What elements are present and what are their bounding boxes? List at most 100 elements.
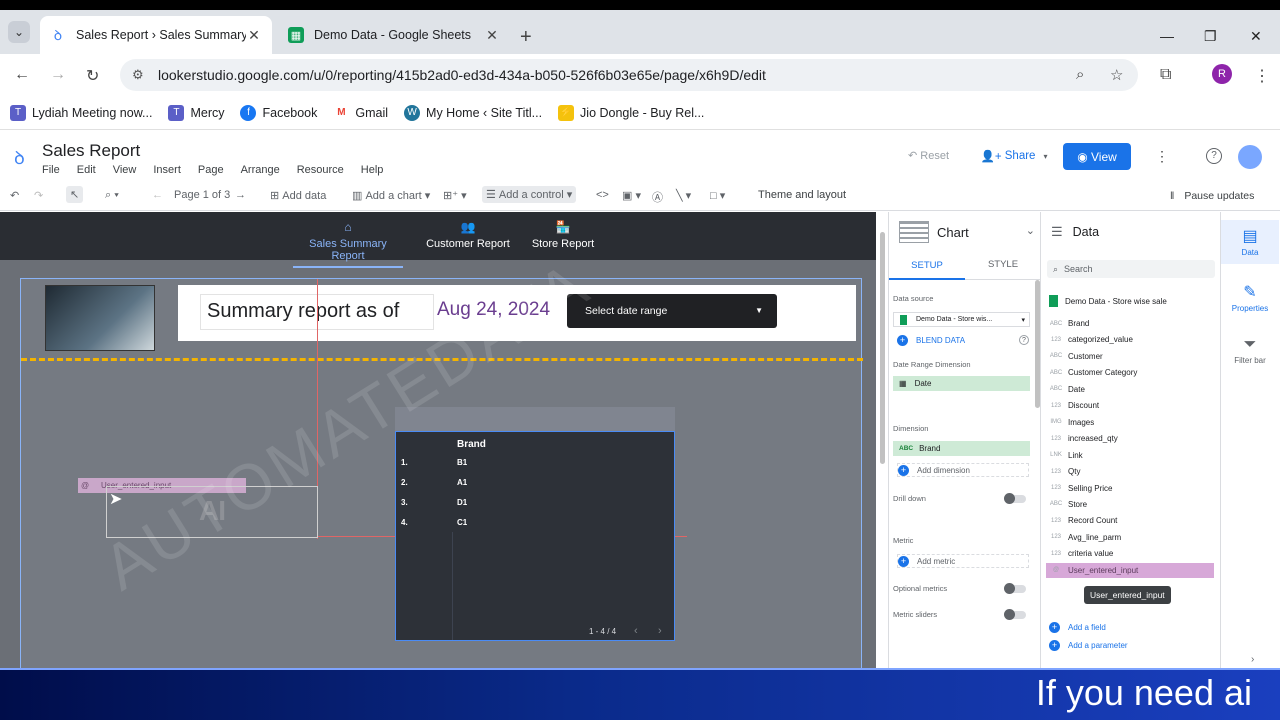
view-button[interactable]: ◉ View bbox=[1063, 143, 1131, 170]
add-dimension-button[interactable]: + Add dimension bbox=[897, 463, 1029, 477]
nav-tab-customer[interactable]: 👥 Customer Report bbox=[420, 220, 516, 250]
field-item[interactable]: 123 criteria value bbox=[1046, 546, 1214, 561]
canvas-scrollbar[interactable] bbox=[876, 212, 888, 668]
ai-text-box[interactable]: AI bbox=[106, 486, 318, 538]
field-item[interactable]: 123 Qty bbox=[1046, 464, 1214, 479]
header-image[interactable] bbox=[45, 285, 155, 351]
menu-help[interactable]: Help bbox=[361, 164, 384, 176]
previous-page-icon[interactable]: ← bbox=[152, 189, 163, 201]
tab-demo-data[interactable]: ▦ Demo Data - Google Sheets ✕ bbox=[278, 16, 510, 54]
table-header[interactable]: Brand bbox=[457, 439, 486, 450]
bookmark-item[interactable]: ⚡ Jio Dongle - Buy Rel... bbox=[558, 104, 704, 121]
nav-tab-sales-summary[interactable]: ⌂ Sales Summary Report bbox=[293, 220, 403, 268]
close-tab-icon[interactable]: ✕ bbox=[484, 27, 500, 44]
table-row[interactable]: 4. C1 bbox=[396, 514, 674, 534]
extensions-icon[interactable]: ⧉ bbox=[1160, 66, 1171, 84]
zoom-icon[interactable]: ⌕ ▾ bbox=[105, 189, 119, 202]
table-row[interactable]: 3. D1 bbox=[396, 494, 674, 514]
tab-search-button[interactable]: ⌄ bbox=[8, 21, 30, 43]
field-item[interactable]: 123 Avg_line_parm bbox=[1046, 530, 1214, 545]
add-chart-button[interactable]: ▥ Add a chart ▾ bbox=[352, 189, 430, 203]
select-cursor-icon[interactable]: ↖ bbox=[66, 186, 84, 203]
table-row[interactable]: 2. A1 bbox=[396, 474, 674, 494]
looker-studio-logo-icon[interactable]: ꝺ bbox=[14, 146, 25, 170]
bookmark-item[interactable]: T Lydiah Meeting now... bbox=[10, 104, 152, 121]
profile-avatar[interactable]: R bbox=[1212, 64, 1232, 84]
field-item[interactable]: LNK Link bbox=[1046, 448, 1214, 463]
embed-code-icon[interactable]: <> bbox=[596, 189, 609, 201]
text-icon[interactable]: Ⓐ bbox=[652, 189, 663, 205]
shape-icon[interactable]: □ ▾ bbox=[710, 189, 725, 202]
optional-metrics-toggle[interactable] bbox=[1004, 583, 1026, 594]
line-icon[interactable]: ╲ ▾ bbox=[676, 189, 691, 202]
next-page-icon[interactable]: → bbox=[235, 189, 246, 201]
bookmark-item[interactable]: f Facebook bbox=[240, 104, 317, 121]
new-tab-button[interactable]: + bbox=[520, 26, 532, 49]
tab-setup[interactable]: SETUP bbox=[889, 252, 965, 280]
close-tab-icon[interactable]: ✕ bbox=[246, 27, 262, 44]
field-item[interactable]: 123 Discount bbox=[1046, 398, 1214, 413]
field-search-input[interactable]: ⌕ Search bbox=[1047, 260, 1215, 278]
add-parameter-button[interactable]: + Add a parameter bbox=[1049, 640, 1128, 651]
page-indicator[interactable]: Page 1 of 3 bbox=[174, 189, 230, 201]
report-page[interactable]: Summary report as of Aug 24, 2024 Select… bbox=[20, 278, 863, 668]
chart-type-selector[interactable]: Chart ⌄ bbox=[889, 212, 1041, 252]
field-item[interactable]: ABC Brand bbox=[1046, 316, 1214, 331]
bookmark-item[interactable]: W My Home ‹ Site Titl... bbox=[404, 104, 542, 121]
field-item[interactable]: @ User_entered_input bbox=[1046, 562, 1214, 578]
tab-sales-report[interactable]: ꝺ Sales Report › Sales Summary R ✕ bbox=[40, 16, 272, 54]
date-range-control[interactable]: Select date range ▼ bbox=[567, 294, 777, 328]
bookmark-item[interactable]: M Gmail bbox=[333, 104, 388, 121]
field-item[interactable]: ABC Customer Category bbox=[1046, 365, 1214, 380]
table-row[interactable]: 1. B1 bbox=[396, 454, 674, 474]
redo-icon[interactable]: ↷ bbox=[34, 189, 43, 202]
add-control-button[interactable]: ☰ Add a control ▾ bbox=[482, 186, 577, 203]
field-item[interactable]: 123 Selling Price bbox=[1046, 481, 1214, 496]
close-window-icon[interactable]: ✕ bbox=[1250, 28, 1262, 45]
add-field-button[interactable]: + Add a field bbox=[1049, 622, 1106, 633]
tab-style[interactable]: STYLE bbox=[965, 252, 1041, 280]
next-page-icon[interactable]: › bbox=[658, 625, 662, 637]
data-source-select[interactable]: Demo Data - Store wis... ▾ bbox=[893, 312, 1030, 327]
menu-insert[interactable]: Insert bbox=[153, 164, 181, 176]
help-icon[interactable]: ? bbox=[1019, 335, 1029, 345]
add-data-button[interactable]: ⊞ Add data bbox=[270, 189, 326, 203]
menu-resource[interactable]: Resource bbox=[297, 164, 344, 176]
pause-updates-button[interactable]: ‖ Pause updates bbox=[1160, 186, 1260, 206]
field-item[interactable]: IMG Images bbox=[1046, 415, 1214, 430]
community-viz-button[interactable]: ⊞⁺ ▾ bbox=[443, 189, 467, 202]
menu-edit[interactable]: Edit bbox=[77, 164, 96, 176]
field-item[interactable]: ABC Customer bbox=[1046, 349, 1214, 364]
bookmark-item[interactable]: T Mercy bbox=[168, 104, 224, 121]
more-options-icon[interactable]: ⋮ bbox=[1155, 148, 1169, 165]
reload-icon[interactable]: ↻ bbox=[86, 66, 99, 86]
field-item[interactable]: ABC Date bbox=[1046, 382, 1214, 397]
forward-icon[interactable]: → bbox=[50, 66, 66, 84]
add-metric-button[interactable]: + Add metric bbox=[897, 554, 1029, 568]
share-button[interactable]: 👤+ Share ▾ bbox=[978, 143, 1050, 169]
menu-file[interactable]: File bbox=[42, 164, 60, 176]
image-icon[interactable]: ▣ ▾ bbox=[622, 189, 641, 202]
help-icon[interactable]: ? bbox=[1206, 148, 1222, 164]
rail-filter-bar[interactable]: ⏷ Filter bar bbox=[1221, 332, 1279, 372]
browser-menu-icon[interactable]: ⋮ bbox=[1254, 66, 1270, 86]
field-item[interactable]: ABC Store bbox=[1046, 497, 1214, 512]
rail-data[interactable]: ▤ Data bbox=[1221, 220, 1279, 264]
chevron-right-icon[interactable]: › bbox=[1251, 654, 1254, 665]
back-icon[interactable]: ← bbox=[14, 66, 30, 84]
menu-page[interactable]: Page bbox=[198, 164, 224, 176]
previous-page-icon[interactable]: ‹ bbox=[634, 625, 638, 637]
minimize-icon[interactable]: — bbox=[1160, 28, 1174, 44]
date-range-dimension-field[interactable]: ▦ Date bbox=[893, 376, 1030, 391]
rail-properties[interactable]: ✎ Properties bbox=[1221, 278, 1279, 318]
brand-table[interactable]: Brand 1. B1 2. A1 3. D1 4. C1 1 - 4 / 4 ‹ › bbox=[395, 431, 675, 641]
reset-button[interactable]: ↶ Reset bbox=[908, 149, 949, 162]
theme-layout-button[interactable]: Theme and layout bbox=[758, 189, 846, 201]
scrollbar-thumb[interactable] bbox=[880, 232, 885, 464]
zoom-icon[interactable]: ⌕ bbox=[1076, 66, 1084, 83]
field-item[interactable]: 123 Record Count bbox=[1046, 513, 1214, 528]
dimension-field[interactable]: ABC Brand bbox=[893, 441, 1030, 456]
url-field[interactable]: ⚙ lookerstudio.google.com/u/0/reporting/… bbox=[120, 59, 1138, 91]
field-item[interactable]: 123 increased_qty bbox=[1046, 431, 1214, 446]
nav-tab-store[interactable]: 🏪 Store Report bbox=[528, 220, 598, 250]
